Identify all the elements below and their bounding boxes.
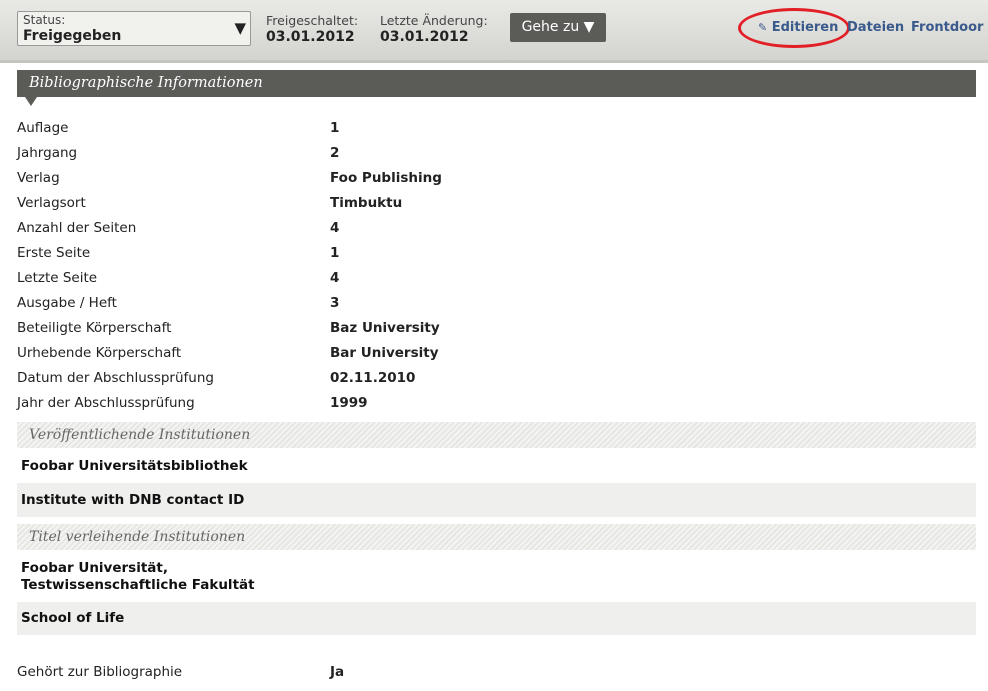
field-value: 3 — [330, 295, 340, 311]
field-label: Anzahl der Seiten — [17, 220, 137, 236]
field-value: 1 — [330, 245, 340, 261]
institution-name-line: Foobar Universität, — [21, 560, 168, 576]
released-label: Freigeschaltet: — [266, 13, 359, 28]
field-label: Beteiligte Körperschaft — [17, 320, 172, 336]
field-label: Ausgabe / Heft — [17, 295, 117, 311]
field-label: Urhebende Körperschaft — [17, 345, 182, 361]
field-value: Timbuktu — [330, 195, 403, 211]
institution-item: Foobar Universitätsbibliothek — [21, 458, 248, 474]
institution-item: Institute with DNB contact ID — [17, 483, 976, 517]
institution-name-line: Testwissenschaftliche Fakultät — [21, 577, 255, 593]
header-notch — [25, 97, 37, 106]
field-value: 1 — [330, 120, 340, 136]
released-date: 03.01.2012 — [266, 29, 355, 45]
field-value: 02.11.2010 — [330, 370, 416, 386]
modified-info: Letzte Änderung: 03.01.2012 — [380, 13, 488, 45]
field-label: Verlag — [17, 170, 60, 186]
top-bar: Status: Freigegeben ▼ Freigeschaltet: 03… — [0, 0, 988, 63]
field-label: Auflage — [17, 120, 69, 136]
field-value: 4 — [330, 270, 340, 286]
frontdoor-link[interactable]: Frontdoor — [911, 20, 983, 35]
field-label: Gehört zur Bibliographie — [17, 664, 183, 680]
modified-label: Letzte Änderung: — [380, 13, 488, 28]
field-value: 4 — [330, 220, 340, 236]
field-value: Ja — [330, 664, 345, 680]
subheader-publishing: Veröffentlichende Institutionen — [17, 422, 976, 448]
field-label: Jahrgang — [17, 145, 78, 161]
status-label: Status: — [23, 13, 66, 27]
files-link[interactable]: Dateien — [847, 20, 904, 35]
field-value: Baz University — [330, 320, 440, 336]
status-value: Freigegeben — [23, 28, 122, 44]
field-value: 1999 — [330, 395, 368, 411]
edit-highlight-circle — [738, 8, 850, 48]
field-label: Erste Seite — [17, 245, 91, 261]
institution-item: Foobar Universität, Testwissenschaftlich… — [17, 553, 976, 602]
field-label: Jahr der Abschlussprüfung — [17, 395, 195, 411]
released-info: Freigeschaltet: 03.01.2012 — [266, 13, 358, 45]
modified-date: 03.01.2012 — [380, 29, 469, 45]
field-label: Letzte Seite — [17, 270, 98, 286]
field-value: Foo Publishing — [330, 170, 442, 186]
field-value: 2 — [330, 145, 340, 161]
status-select[interactable]: Status: Freigegeben ▼ — [17, 11, 251, 46]
section-header-biblio: Bibliographische Informationen — [17, 70, 976, 97]
field-value: Bar University — [330, 345, 439, 361]
institution-item: School of Life — [17, 602, 976, 635]
dropdown-arrow-icon[interactable]: ▼ — [234, 19, 246, 37]
field-label: Verlagsort — [17, 195, 86, 211]
field-label: Datum der Abschlussprüfung — [17, 370, 214, 386]
subheader-granting: Titel verleihende Institutionen — [17, 524, 976, 550]
goto-button[interactable]: Gehe zu ▼ — [510, 13, 606, 42]
